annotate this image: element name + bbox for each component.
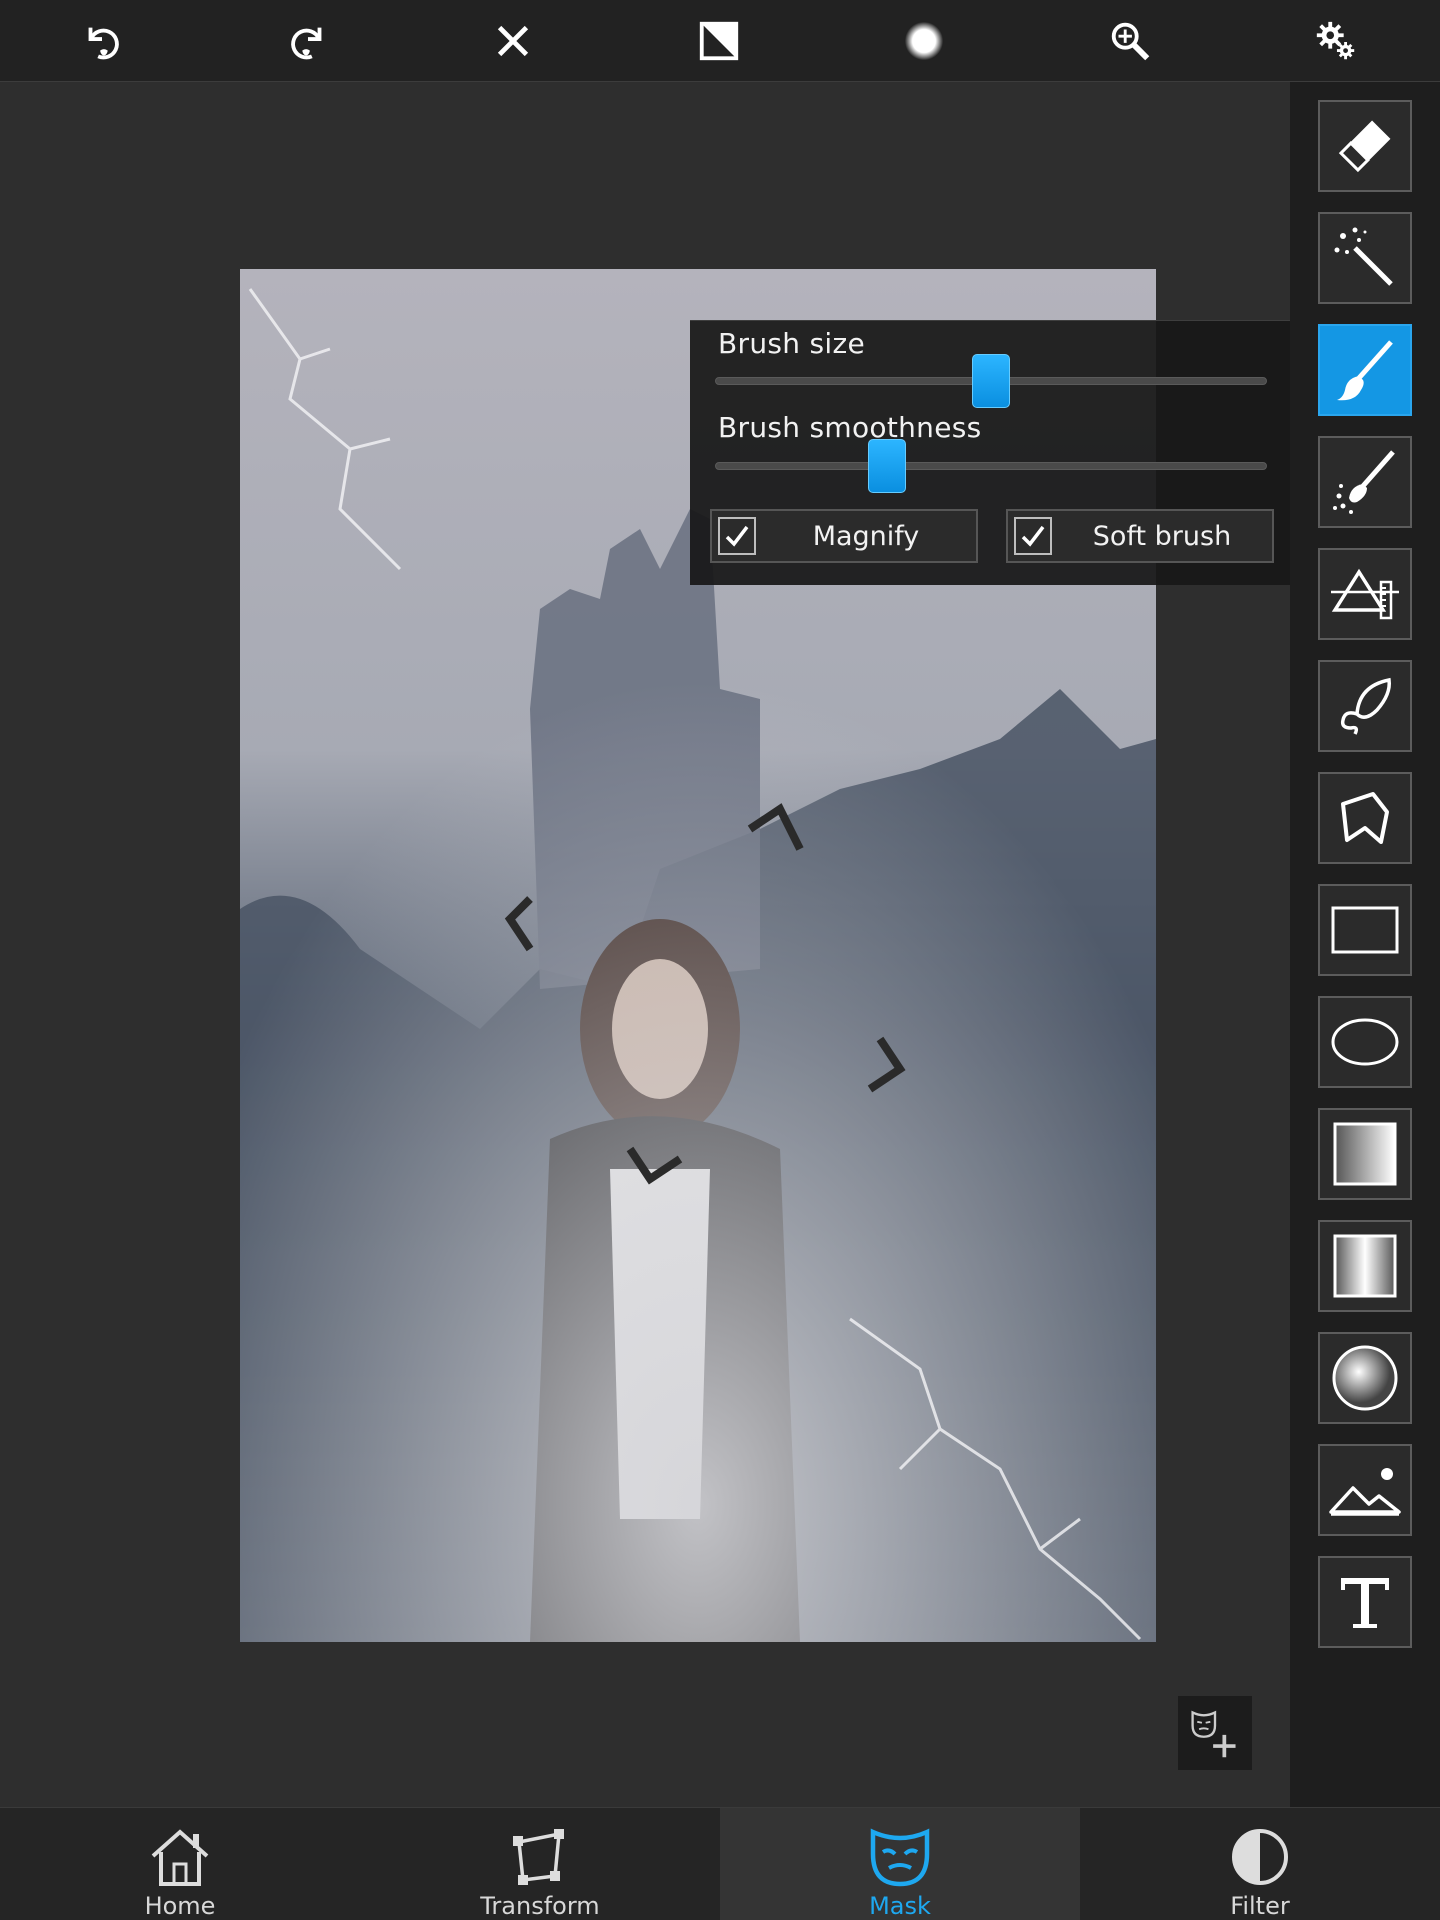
zoom-button[interactable]: [1098, 10, 1162, 72]
soft-brush-toggle[interactable]: Soft brush: [1006, 509, 1274, 563]
redo-icon: [291, 27, 322, 60]
nav-filter-label: Filter: [1230, 1892, 1290, 1920]
perspective-icon: [1331, 568, 1399, 620]
nav-home-label: Home: [144, 1892, 216, 1920]
settings-icon: [1316, 21, 1355, 60]
ellipse-icon: [1331, 1018, 1399, 1066]
canvas-area[interactable]: Brush size Brush smoothness Magnify Soft…: [0, 82, 1290, 1807]
brush-preview-icon: [904, 21, 944, 61]
magic-wand-icon: [1334, 227, 1393, 286]
filter-icon: [1232, 1829, 1288, 1885]
zoom-in-icon: [1111, 22, 1150, 61]
brush-smoothness-slider-thumb[interactable]: [867, 439, 906, 493]
tool-image[interactable]: [1318, 1444, 1412, 1536]
nav-transform[interactable]: Transform: [360, 1808, 720, 1920]
tool-linear-gradient[interactable]: [1318, 1108, 1412, 1200]
lasso-icon: [1340, 677, 1391, 735]
tool-lasso[interactable]: [1318, 660, 1412, 752]
tool-brush[interactable]: [1318, 324, 1412, 416]
linear-gradient-icon: [1333, 1122, 1397, 1186]
tool-perspective[interactable]: [1318, 548, 1412, 640]
tool-radial-gradient[interactable]: [1318, 1332, 1412, 1424]
tool-rectangle[interactable]: [1318, 884, 1412, 976]
invert-mask-button[interactable]: [687, 10, 751, 72]
tool-magic-wand[interactable]: [1318, 212, 1412, 304]
magnify-toggle[interactable]: Magnify: [710, 509, 978, 563]
mirror-gradient-icon: [1333, 1234, 1397, 1298]
radial-gradient-icon: [1332, 1345, 1398, 1411]
settings-button[interactable]: [1304, 10, 1368, 72]
nav-mask-label: Mask: [869, 1892, 931, 1920]
tool-ellipse[interactable]: [1318, 996, 1412, 1088]
magnify-checkbox[interactable]: [718, 517, 756, 555]
mask-icon: [870, 1828, 930, 1887]
image-landscape-icon: [1329, 1468, 1401, 1516]
rectangle-icon: [1331, 906, 1399, 954]
add-mask-icon: [1191, 1710, 1236, 1758]
checkmark-icon: [1021, 525, 1045, 547]
soft-brush-label: Soft brush: [1092, 520, 1232, 552]
brush-smoothness-label: Brush smoothness: [718, 411, 982, 444]
top-toolbar: [0, 0, 1440, 82]
close-icon: [497, 25, 529, 57]
nav-mask[interactable]: Mask: [720, 1808, 1080, 1920]
bottom-navigation: Home Transform Mask Filter: [0, 1807, 1440, 1920]
brush-settings-panel: Brush size Brush smoothness Magnify Soft…: [690, 320, 1290, 585]
brush-icon: [1337, 340, 1393, 401]
polygon-icon: [1341, 792, 1389, 844]
transform-icon: [513, 1829, 564, 1885]
mask-tool-column: [1290, 82, 1440, 1807]
invert-mask-icon: [699, 21, 739, 61]
sparkle-brush-icon: [1333, 450, 1395, 514]
brush-size-label: Brush size: [718, 327, 865, 360]
soft-brush-checkbox[interactable]: [1014, 517, 1052, 555]
nav-transform-label: Transform: [480, 1892, 600, 1920]
close-button[interactable]: [481, 10, 545, 72]
eraser-icon: [1338, 120, 1391, 173]
home-icon: [151, 1829, 209, 1886]
brush-size-slider[interactable]: [715, 354, 1267, 408]
tool-eraser[interactable]: [1318, 100, 1412, 192]
nav-home[interactable]: Home: [0, 1808, 360, 1920]
undo-icon: [88, 27, 119, 60]
tool-polygon[interactable]: [1318, 772, 1412, 864]
tool-text[interactable]: [1318, 1556, 1412, 1648]
magnify-label: Magnify: [812, 520, 920, 552]
add-mask-button[interactable]: [1178, 1696, 1252, 1770]
brush-size-slider-thumb[interactable]: [972, 354, 1010, 408]
nav-filter[interactable]: Filter: [1080, 1808, 1440, 1920]
brush-smoothness-slider[interactable]: [715, 439, 1267, 493]
text-icon: [1341, 1578, 1389, 1628]
tool-mirror-gradient[interactable]: [1318, 1220, 1412, 1312]
undo-button[interactable]: [70, 10, 134, 72]
checkmark-icon: [725, 525, 749, 547]
tool-sparkle-brush[interactable]: [1318, 436, 1412, 528]
redo-button[interactable]: [276, 10, 340, 72]
brush-preview-button[interactable]: [892, 10, 956, 72]
